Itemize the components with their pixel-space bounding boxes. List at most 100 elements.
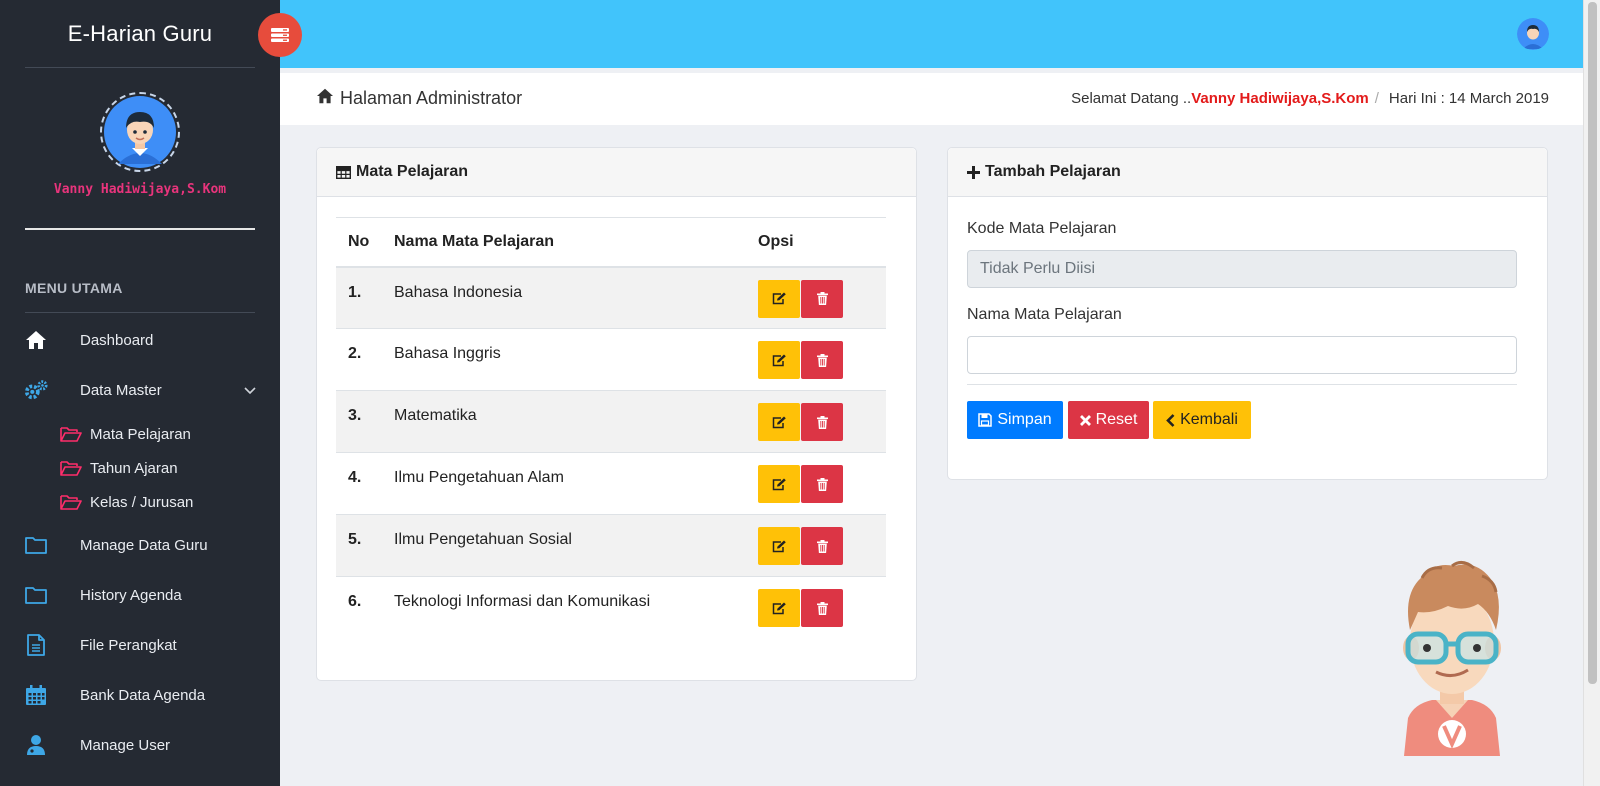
breadcrumb-separator: /	[1374, 90, 1379, 107]
divider	[25, 67, 255, 68]
row-number: 5.	[336, 514, 394, 577]
calendar-icon	[24, 683, 48, 707]
sidebar-subitem-label: Tahun Ajaran	[90, 459, 178, 477]
table-row: 1. Bahasa Indonesia	[336, 266, 886, 329]
card-header: Tambah Pelajaran	[948, 148, 1547, 197]
sidebar-item-file-perangkat[interactable]: File Perangkat	[0, 625, 280, 665]
edit-button[interactable]	[758, 527, 800, 565]
sidebar-subitem-label: Mata Pelajaran	[90, 425, 191, 443]
avatar-icon	[104, 96, 176, 168]
delete-button[interactable]	[801, 465, 843, 503]
sidebar-item-bank-data-agenda[interactable]: Bank Data Agenda	[0, 675, 280, 715]
back-button[interactable]: Kembali	[1153, 401, 1251, 439]
edit-icon	[772, 540, 786, 552]
welcome-text: Selamat Datang ..	[1071, 90, 1192, 107]
subject-name: Teknologi Informasi dan Komunikasi	[394, 576, 758, 639]
kode-label: Kode Mata Pelajaran	[967, 220, 1117, 237]
table-row: 5. Ilmu Pengetahuan Sosial	[336, 514, 886, 577]
page-scrollbar[interactable]	[1583, 0, 1600, 786]
sidebar-item-dashboard[interactable]: Dashboard	[0, 320, 280, 360]
row-number: 3.	[336, 390, 394, 453]
sidebar-subitem-label: Kelas / Jurusan	[90, 493, 194, 511]
edit-button[interactable]	[758, 465, 800, 503]
sidebar: E-Harian Guru Vanny Hadiwijaya,S.Kom MEN…	[0, 0, 280, 786]
delete-button[interactable]	[801, 589, 843, 627]
column-header-name: Nama Mata Pelajaran	[394, 217, 758, 268]
table-row: 3. Matematika	[336, 390, 886, 453]
sidebar-item-data-master[interactable]: Data Master	[0, 370, 280, 410]
trash-icon	[816, 292, 828, 305]
avatar-icon	[1517, 18, 1549, 50]
row-number: 1.	[336, 266, 394, 329]
profile-name: Vanny Hadiwijaya,S.Kom	[53, 182, 227, 197]
delete-button[interactable]	[801, 279, 843, 318]
edit-icon	[772, 292, 786, 305]
table-icon	[336, 165, 351, 179]
divider	[25, 312, 255, 313]
trash-icon	[816, 539, 828, 553]
back-label: Kembali	[1180, 411, 1238, 428]
scrollbar-thumb[interactable]	[1588, 2, 1597, 684]
card-title: Mata Pelajaran	[356, 163, 469, 180]
page-title-text: Halaman Administrator	[340, 88, 523, 108]
subject-name: Matematika	[394, 390, 758, 453]
edit-icon	[772, 602, 786, 614]
subject-name: Ilmu Pengetahuan Alam	[394, 452, 758, 515]
table-row: 4. Ilmu Pengetahuan Alam	[336, 452, 886, 515]
row-number: 4.	[336, 452, 394, 515]
sidebar-subitem-kelas-jurusan[interactable]: Kelas / Jurusan	[60, 489, 260, 515]
sidebar-subitem-tahun-ajaran[interactable]: Tahun Ajaran	[60, 455, 260, 481]
column-header-no: No	[336, 217, 394, 268]
welcome-username: Vanny Hadiwijaya,S.Kom	[1191, 90, 1369, 107]
delete-button[interactable]	[801, 403, 843, 441]
subjects-table: No Nama Mata Pelajaran Opsi 1. Bahasa In…	[336, 217, 886, 639]
nama-label: Nama Mata Pelajaran	[967, 306, 1122, 323]
row-number: 2.	[336, 328, 394, 391]
edit-button[interactable]	[758, 589, 800, 627]
card-header: Mata Pelajaran	[317, 148, 916, 197]
edit-button[interactable]	[758, 341, 800, 379]
user-avatar[interactable]	[1517, 18, 1549, 50]
delete-button[interactable]	[801, 341, 843, 379]
table-row: 6. Teknologi Informasi dan Komunikasi	[336, 576, 886, 639]
sidebar-toggle-button[interactable]	[258, 13, 302, 57]
sidebar-item-label: File Perangkat	[80, 636, 177, 654]
user-icon	[24, 733, 48, 757]
sidebar-item-history-agenda[interactable]: History Agenda	[0, 575, 280, 615]
app-title: E-Harian Guru	[67, 21, 213, 46]
sidebar-item-label: Dashboard	[80, 331, 154, 349]
sidebar-item-label: Bank Data Agenda	[80, 686, 206, 704]
page-title: Halaman Administrator	[316, 88, 522, 109]
home-icon	[316, 88, 334, 109]
save-label: Simpan	[997, 411, 1052, 428]
row-actions	[758, 390, 886, 453]
sidebar-item-label: Manage Data Guru	[80, 536, 208, 554]
sidebar-item-manage-user[interactable]: Manage User	[0, 725, 280, 765]
kode-input[interactable]	[967, 250, 1517, 288]
delete-button[interactable]	[801, 527, 843, 565]
edit-icon	[772, 416, 786, 428]
close-icon	[1079, 414, 1091, 426]
sidebar-subitem-mata-pelajaran[interactable]: Mata Pelajaran	[60, 421, 260, 447]
row-actions	[758, 328, 886, 391]
folder-icon	[24, 583, 48, 607]
mascot-illustration	[1392, 560, 1512, 760]
folder-icon	[24, 533, 48, 557]
card-title: Tambah Pelajaran	[985, 163, 1121, 180]
edit-button[interactable]	[758, 403, 800, 441]
menu-toggle-icon	[271, 28, 289, 42]
sidebar-item-label: Manage User	[80, 736, 171, 754]
profile-section: Vanny Hadiwijaya,S.Kom	[0, 90, 280, 197]
row-actions	[758, 514, 886, 577]
edit-button[interactable]	[758, 279, 800, 318]
folder-open-icon	[60, 459, 82, 477]
gears-icon	[24, 378, 48, 402]
sidebar-item-manage-data-guru[interactable]: Manage Data Guru	[0, 525, 280, 565]
nama-input[interactable]	[967, 336, 1517, 374]
reset-button[interactable]: Reset	[1068, 401, 1149, 439]
save-button[interactable]: Simpan	[967, 401, 1063, 439]
breadcrumb: Selamat Datang .. Vanny Hadiwijaya,S.Kom…	[1071, 90, 1549, 107]
subjects-card: Mata Pelajaran No Nama Mata Pelajaran Op…	[316, 147, 917, 681]
row-actions	[758, 576, 886, 639]
row-actions	[758, 266, 886, 329]
